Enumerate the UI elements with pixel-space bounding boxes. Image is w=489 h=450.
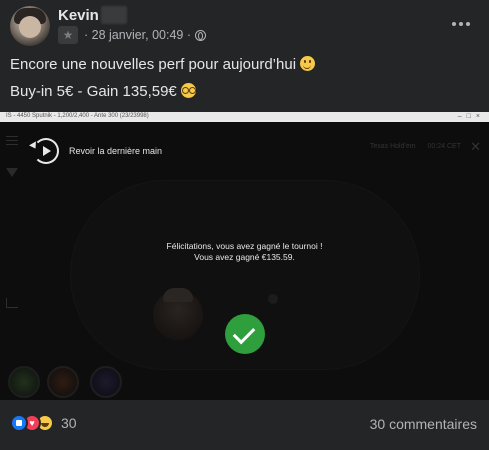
author-row: Kevin (58, 6, 127, 24)
comments-link[interactable]: 30 commentaires (370, 416, 477, 432)
achievement-badge (8, 366, 40, 398)
reactions-summary[interactable]: 30 (10, 414, 77, 432)
dot-icon (452, 22, 456, 26)
chart-icon (6, 298, 18, 308)
player-avatar (153, 288, 203, 340)
post-text: Encore une nouvelles perf pour aujourd’h… (10, 56, 297, 73)
window-titlebar: IS - 4450 Sputnik - 1,200/2,400 - Ante 3… (0, 112, 489, 122)
star-badge-icon: ★ (58, 26, 78, 44)
poker-table-view: Revoir la dernière main Texas Hold'em 00… (0, 122, 489, 400)
close-icon: ✕ (470, 139, 481, 154)
post-timestamp[interactable]: · 28 janvier, 00:49 · (84, 28, 191, 42)
game-type: Texas Hold'em (369, 143, 416, 150)
window-controls-icon: –□× (457, 113, 485, 120)
post-text: Buy-in 5€ - Gain 135,59€ (10, 83, 177, 100)
more-options-button[interactable] (447, 10, 475, 38)
post-text-line-1: Encore une nouvelles perf pour aujourd’h… (10, 56, 316, 73)
table-info: Texas Hold'em 00:24 CET (360, 143, 461, 150)
replay-icon (33, 138, 59, 164)
dot-icon (459, 22, 463, 26)
achievement-badge (90, 366, 122, 398)
check-icon (225, 314, 265, 354)
nerd-face-icon (180, 83, 196, 98)
redacted-surname (100, 6, 127, 24)
dot-icon (466, 22, 470, 26)
congratulations-message: Félicitations, vous avez gagné le tourno… (166, 241, 323, 251)
replay-label: Revoir la dernière main (69, 146, 163, 156)
filter-icon (6, 168, 18, 177)
author-name[interactable]: Kevin (58, 7, 99, 24)
menu-icon (6, 136, 18, 145)
globe-icon (195, 29, 207, 41)
avatar-face (19, 16, 41, 38)
clock: 00:24 CET (427, 143, 461, 150)
attached-screenshot[interactable]: IS - 4450 Sputnik - 1,200/2,400 - Ante 3… (0, 112, 489, 400)
smiling-face-icon (300, 56, 316, 71)
reaction-count: 30 (61, 415, 77, 431)
replay-last-hand-button: Revoir la dernière main (33, 138, 162, 164)
achievement-badge (47, 366, 79, 398)
post-meta: ★ · 28 janvier, 00:49 · (58, 26, 207, 44)
dealer-button-icon (268, 294, 278, 304)
avatar[interactable] (10, 6, 50, 46)
window-title: IS - 4450 Sputnik - 1,200/2,400 - Ante 3… (6, 113, 149, 119)
like-icon (10, 414, 28, 432)
facebook-post: Kevin ★ · 28 janvier, 00:49 · Encore une… (0, 0, 489, 450)
winnings-message: Vous avez gagné €135.59. (194, 252, 295, 262)
post-text-line-2: Buy-in 5€ - Gain 135,59€ (10, 83, 196, 100)
